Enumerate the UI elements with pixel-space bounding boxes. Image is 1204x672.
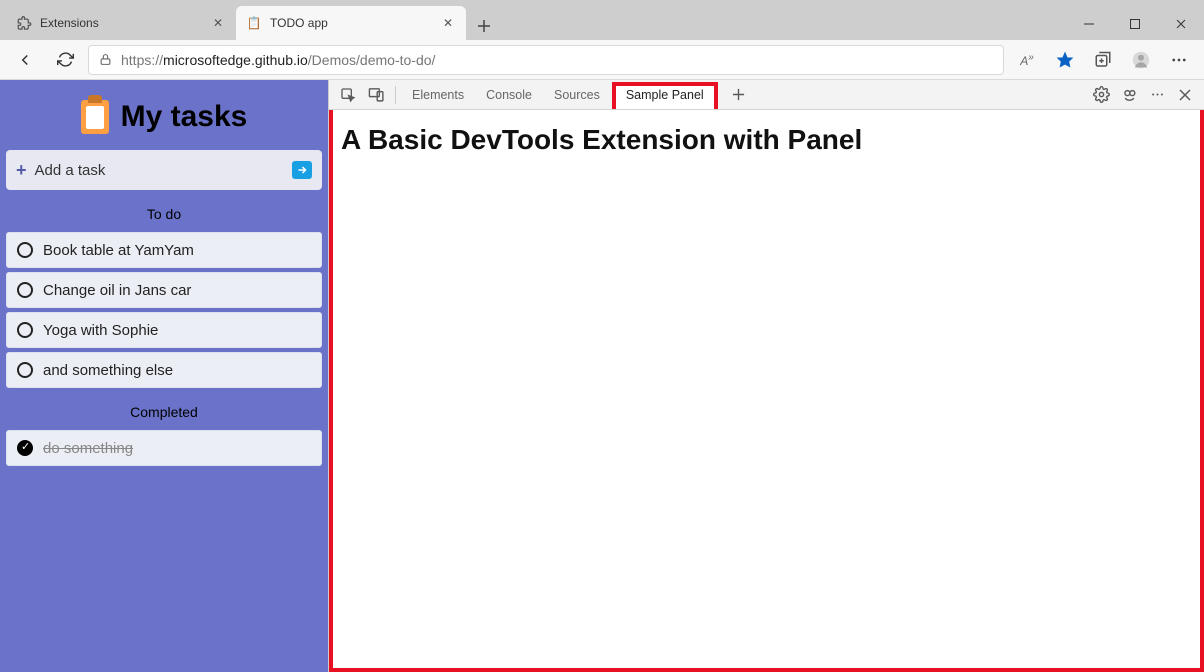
- tab-sources[interactable]: Sources: [544, 83, 610, 107]
- new-tab-button[interactable]: [470, 12, 498, 40]
- tab-extensions[interactable]: Extensions ✕: [6, 6, 236, 40]
- task-item[interactable]: do something: [6, 430, 322, 466]
- plus-icon: +: [16, 160, 27, 181]
- add-task-placeholder: Add a task: [35, 162, 106, 179]
- inspect-icon[interactable]: [335, 82, 361, 108]
- content-area: My tasks + Add a task To do Book table a…: [0, 80, 1204, 672]
- profile-icon[interactable]: [1124, 44, 1158, 76]
- clipboard-icon: 📋: [246, 15, 262, 31]
- todo-header: My tasks: [6, 86, 322, 144]
- tab-console[interactable]: Console: [476, 83, 542, 107]
- close-icon[interactable]: ✕: [210, 15, 226, 31]
- url-text: https://microsoftedge.github.io/Demos/de…: [121, 52, 435, 68]
- devtools-tabbar: Elements Console Sources Sample Panel: [329, 80, 1204, 110]
- checkbox-checked-icon[interactable]: [17, 440, 33, 456]
- devtools-pane: Elements Console Sources Sample Panel: [328, 80, 1204, 672]
- checkbox-icon[interactable]: [17, 322, 33, 338]
- task-item[interactable]: Yoga with Sophie: [6, 312, 322, 348]
- maximize-button[interactable]: [1112, 8, 1158, 40]
- browser-titlebar: Extensions ✕ 📋 TODO app ✕: [0, 0, 1204, 40]
- close-icon[interactable]: ✕: [440, 15, 456, 31]
- checkbox-icon[interactable]: [17, 362, 33, 378]
- task-item[interactable]: Book table at YamYam: [6, 232, 322, 268]
- checkbox-icon[interactable]: [17, 282, 33, 298]
- clipboard-icon: [81, 100, 109, 134]
- submit-icon[interactable]: [292, 161, 312, 179]
- collections-icon[interactable]: [1086, 44, 1120, 76]
- settings-icon[interactable]: [1088, 82, 1114, 108]
- toolbar-right: A»: [1010, 44, 1196, 76]
- more-icon[interactable]: [1144, 82, 1170, 108]
- tab-elements[interactable]: Elements: [402, 83, 474, 107]
- todo-app: My tasks + Add a task To do Book table a…: [0, 80, 328, 672]
- feedback-icon[interactable]: [1116, 82, 1142, 108]
- menu-icon[interactable]: [1162, 44, 1196, 76]
- completed-section-label: Completed: [6, 394, 322, 424]
- completed-list: do something: [6, 430, 322, 466]
- add-task-input[interactable]: + Add a task: [6, 150, 322, 190]
- puzzle-icon: [16, 15, 32, 31]
- page-title: My tasks: [121, 100, 248, 134]
- tab-strip: Extensions ✕ 📋 TODO app ✕: [6, 4, 498, 40]
- tab-title: TODO app: [270, 16, 432, 30]
- task-item[interactable]: and something else: [6, 352, 322, 388]
- favorite-icon[interactable]: [1048, 44, 1082, 76]
- browser-toolbar: https://microsoftedge.github.io/Demos/de…: [0, 40, 1204, 80]
- close-button[interactable]: [1158, 8, 1204, 40]
- back-button[interactable]: [8, 44, 42, 76]
- window-controls: [1066, 8, 1204, 40]
- tab-todo-app[interactable]: 📋 TODO app ✕: [236, 6, 466, 40]
- device-toggle-icon[interactable]: [363, 82, 389, 108]
- address-bar[interactable]: https://microsoftedge.github.io/Demos/de…: [88, 45, 1004, 75]
- minimize-button[interactable]: [1066, 8, 1112, 40]
- tab-sample-panel[interactable]: Sample Panel: [612, 82, 718, 109]
- checkbox-icon[interactable]: [17, 242, 33, 258]
- devtools-panel: A Basic DevTools Extension with Panel: [329, 110, 1204, 672]
- read-aloud-icon[interactable]: A»: [1010, 44, 1044, 76]
- close-devtools-icon[interactable]: [1172, 82, 1198, 108]
- panel-heading: A Basic DevTools Extension with Panel: [341, 124, 1200, 156]
- divider: [395, 86, 396, 104]
- todo-list: Book table at YamYam Change oil in Jans …: [6, 232, 322, 388]
- todo-section-label: To do: [6, 196, 322, 226]
- lock-icon: [97, 53, 113, 66]
- task-item[interactable]: Change oil in Jans car: [6, 272, 322, 308]
- add-tab-icon[interactable]: [726, 82, 752, 108]
- refresh-button[interactable]: [48, 44, 82, 76]
- tab-title: Extensions: [40, 16, 202, 30]
